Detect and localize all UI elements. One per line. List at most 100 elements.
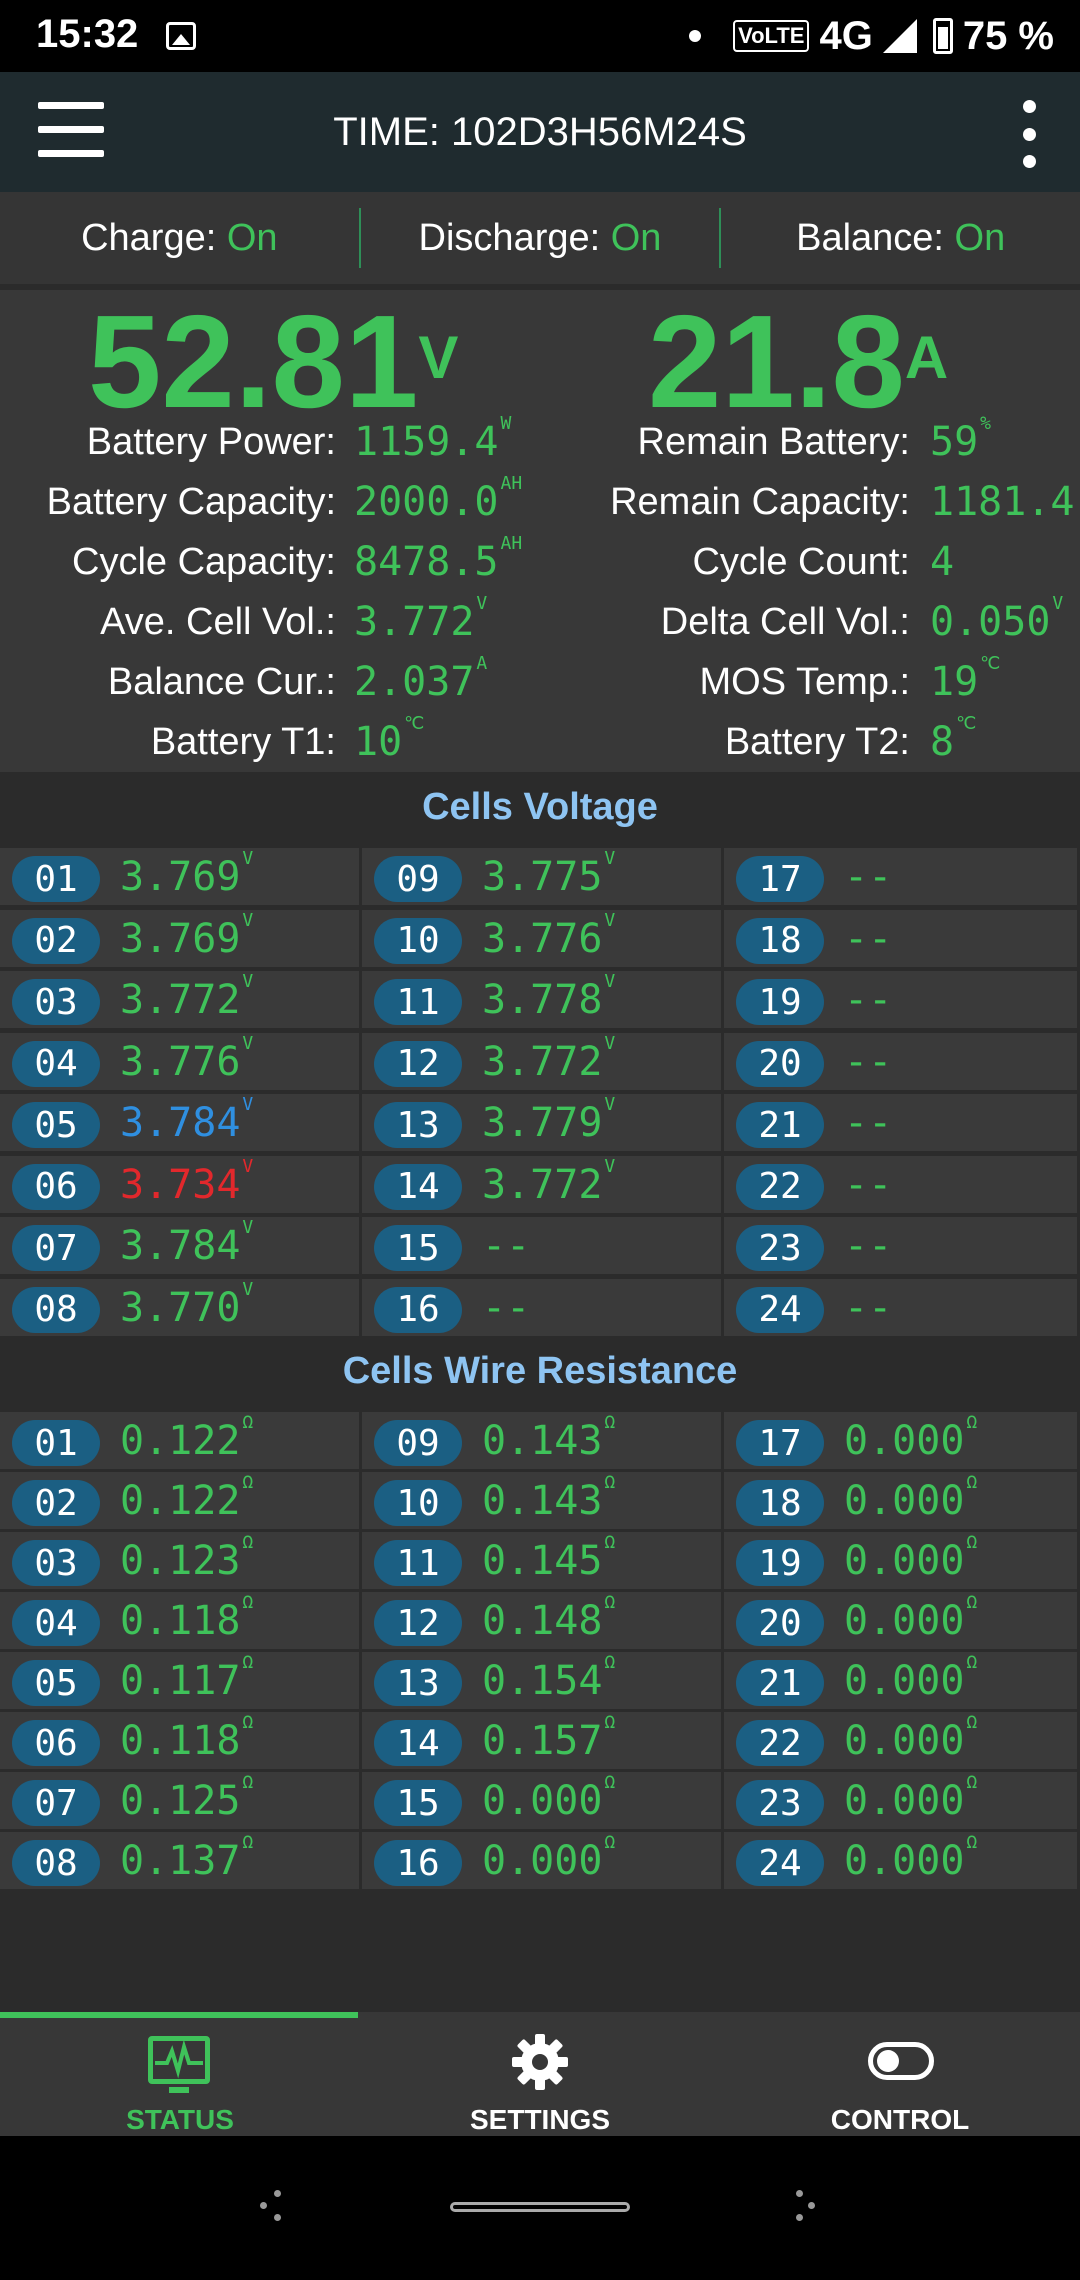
- cell-number: 0.125: [120, 1778, 241, 1824]
- cell-number: 3.779: [482, 1100, 603, 1146]
- cell-unit: Ω: [242, 1412, 254, 1433]
- cell-voltage-cell: 23 --: [724, 1217, 1080, 1277]
- cell-unit: Ω: [242, 1832, 254, 1853]
- cell-voltage-value: 3.775 V: [482, 848, 615, 900]
- toggle-icon: [868, 2042, 934, 2080]
- total-voltage: 52.81V: [88, 296, 459, 428]
- balance-label: Balance:: [796, 216, 944, 259]
- cell-voltage-value: 3.776 V: [120, 1033, 253, 1085]
- cell-resistance-cell: 01 0.122 Ω: [0, 1412, 362, 1472]
- cell-resistance-cell: 09 0.143 Ω: [362, 1412, 724, 1472]
- cell-number-badge: 14: [374, 1720, 462, 1766]
- volte-badge: VoLTE: [733, 20, 810, 52]
- tab-status-label: STATUS: [126, 2104, 234, 2135]
- stat-number: 59: [930, 419, 979, 465]
- balance-value: On: [954, 216, 1006, 259]
- cell-number: 0.118: [120, 1598, 241, 1644]
- cell-voltage-value: --: [844, 1039, 894, 1085]
- cell-number-badge: 07: [12, 1780, 100, 1826]
- cell-unit: Ω: [966, 1652, 978, 1673]
- stat-right-row: Delta Cell Vol.: 0.050 V: [0, 592, 1080, 652]
- cell-unit: V: [604, 971, 616, 992]
- cell-number-badge: 13: [374, 1660, 462, 1706]
- tab-settings[interactable]: SETTINGS: [360, 2018, 720, 2136]
- total-voltage-unit: V: [418, 324, 459, 391]
- back-gesture-icon[interactable]: [256, 2186, 296, 2226]
- cell-number-badge: 10: [374, 1480, 462, 1526]
- network-type: 4G: [819, 13, 873, 58]
- charge-label: Charge:: [81, 216, 217, 259]
- cell-number-badge: 19: [736, 1540, 824, 1586]
- cell-number: 0.143: [482, 1478, 603, 1524]
- cell-resistance-cell: 23 0.000 Ω: [724, 1772, 1080, 1832]
- cell-voltage-cell: 04 3.776 V: [0, 1032, 362, 1093]
- cell-number-badge: 13: [374, 1102, 462, 1148]
- cell-voltage-cell: 21 --: [724, 1094, 1080, 1154]
- cell-number: 3.784: [120, 1223, 241, 1269]
- stat-unit: %: [980, 413, 992, 434]
- home-button[interactable]: [450, 2202, 630, 2212]
- cell-resistance-cell: 22 0.000 Ω: [724, 1712, 1080, 1772]
- cell-unit: V: [242, 1032, 254, 1054]
- total-current: 21.8A: [648, 296, 949, 428]
- cell-unit: Ω: [604, 1472, 616, 1493]
- cell-voltage-value: 3.784 V: [120, 1094, 253, 1146]
- tab-status[interactable]: STATUS: [0, 2018, 360, 2136]
- cell-number: 3.772: [120, 977, 241, 1023]
- cell-resistance-cell: 14 0.157 Ω: [362, 1712, 724, 1772]
- battery-icon: [932, 18, 953, 54]
- total-current-unit: A: [904, 324, 949, 391]
- stat-label: Delta Cell Vol.:: [660, 600, 910, 643]
- more-options-icon[interactable]: [1014, 100, 1044, 168]
- cell-voltage-cell: 06 3.734 V: [0, 1155, 362, 1216]
- cell-unit: V: [604, 1094, 616, 1115]
- image-notification-icon: [166, 22, 196, 50]
- cell-resistance-value: 0.122 Ω: [120, 1472, 253, 1524]
- cell-number-badge: 09: [374, 1420, 462, 1466]
- cell-resistance-cell: 11 0.145 Ω: [362, 1532, 724, 1592]
- discharge-status: Discharge: On: [361, 217, 720, 260]
- cell-resistance-cell: 21 0.000 Ω: [724, 1652, 1080, 1712]
- cell-voltage-cell: 11 3.778 V: [362, 971, 724, 1031]
- cell-number-badge: 08: [12, 1286, 100, 1333]
- cell-resistance-value: 0.137 Ω: [120, 1832, 253, 1884]
- recents-gesture-icon[interactable]: [782, 2186, 822, 2226]
- stat-right-row: Remain Capacity: 1181.4: [0, 472, 1080, 532]
- stat-right-row: Cycle Count: 4: [0, 532, 1080, 592]
- cell-resistance-cell: 17 0.000 Ω: [724, 1412, 1080, 1472]
- cell-voltage-cell: 18 --: [724, 909, 1080, 970]
- cell-number-badge: 22: [736, 1163, 824, 1210]
- cell-voltage-value: --: [844, 1285, 894, 1331]
- cell-number-badge: 23: [736, 1225, 824, 1271]
- cell-number-badge: 21: [736, 1660, 824, 1706]
- cell-number-badge: 19: [736, 979, 824, 1025]
- cell-unit: Ω: [242, 1472, 254, 1493]
- cell-number-badge: 02: [12, 917, 100, 964]
- discharge-label: Discharge:: [418, 216, 601, 259]
- cell-unit: Ω: [604, 1712, 616, 1733]
- cell-number: --: [844, 1223, 893, 1269]
- cell-voltage-cell: 16 --: [362, 1278, 724, 1339]
- cell-number-badge: 07: [12, 1225, 100, 1271]
- cell-number-badge: 22: [736, 1720, 824, 1766]
- cells-resistance-grid: 01 0.122 Ω 09 0.143 Ω 17 0.000 Ω 02 0.122 Ω 10 0.143 Ω…: [0, 1412, 1080, 1892]
- notification-dot-icon: [689, 30, 702, 42]
- cell-voltage-value: 3.772 V: [120, 971, 253, 1023]
- cell-number: 3.776: [482, 915, 603, 962]
- cell-number-badge: 14: [374, 1163, 462, 1210]
- cell-unit: V: [604, 1155, 616, 1177]
- tab-control[interactable]: CONTROL: [720, 2018, 1080, 2136]
- signal-icon: [882, 19, 917, 53]
- cell-number: 3.769: [120, 854, 241, 900]
- cell-voltage-value: --: [844, 977, 894, 1023]
- cell-number: 0.000: [844, 1418, 965, 1464]
- cells-voltage-title: Cells Voltage: [422, 786, 658, 828]
- cell-unit: Ω: [966, 1472, 978, 1493]
- cell-number-badge: 15: [374, 1780, 462, 1826]
- cell-resistance-value: 0.117 Ω: [120, 1652, 253, 1704]
- cell-number: --: [482, 1223, 531, 1269]
- cell-number-badge: 12: [374, 1600, 462, 1646]
- cell-unit: Ω: [966, 1592, 978, 1613]
- stat-number: 4: [930, 539, 955, 585]
- cell-number-badge: 03: [12, 979, 100, 1025]
